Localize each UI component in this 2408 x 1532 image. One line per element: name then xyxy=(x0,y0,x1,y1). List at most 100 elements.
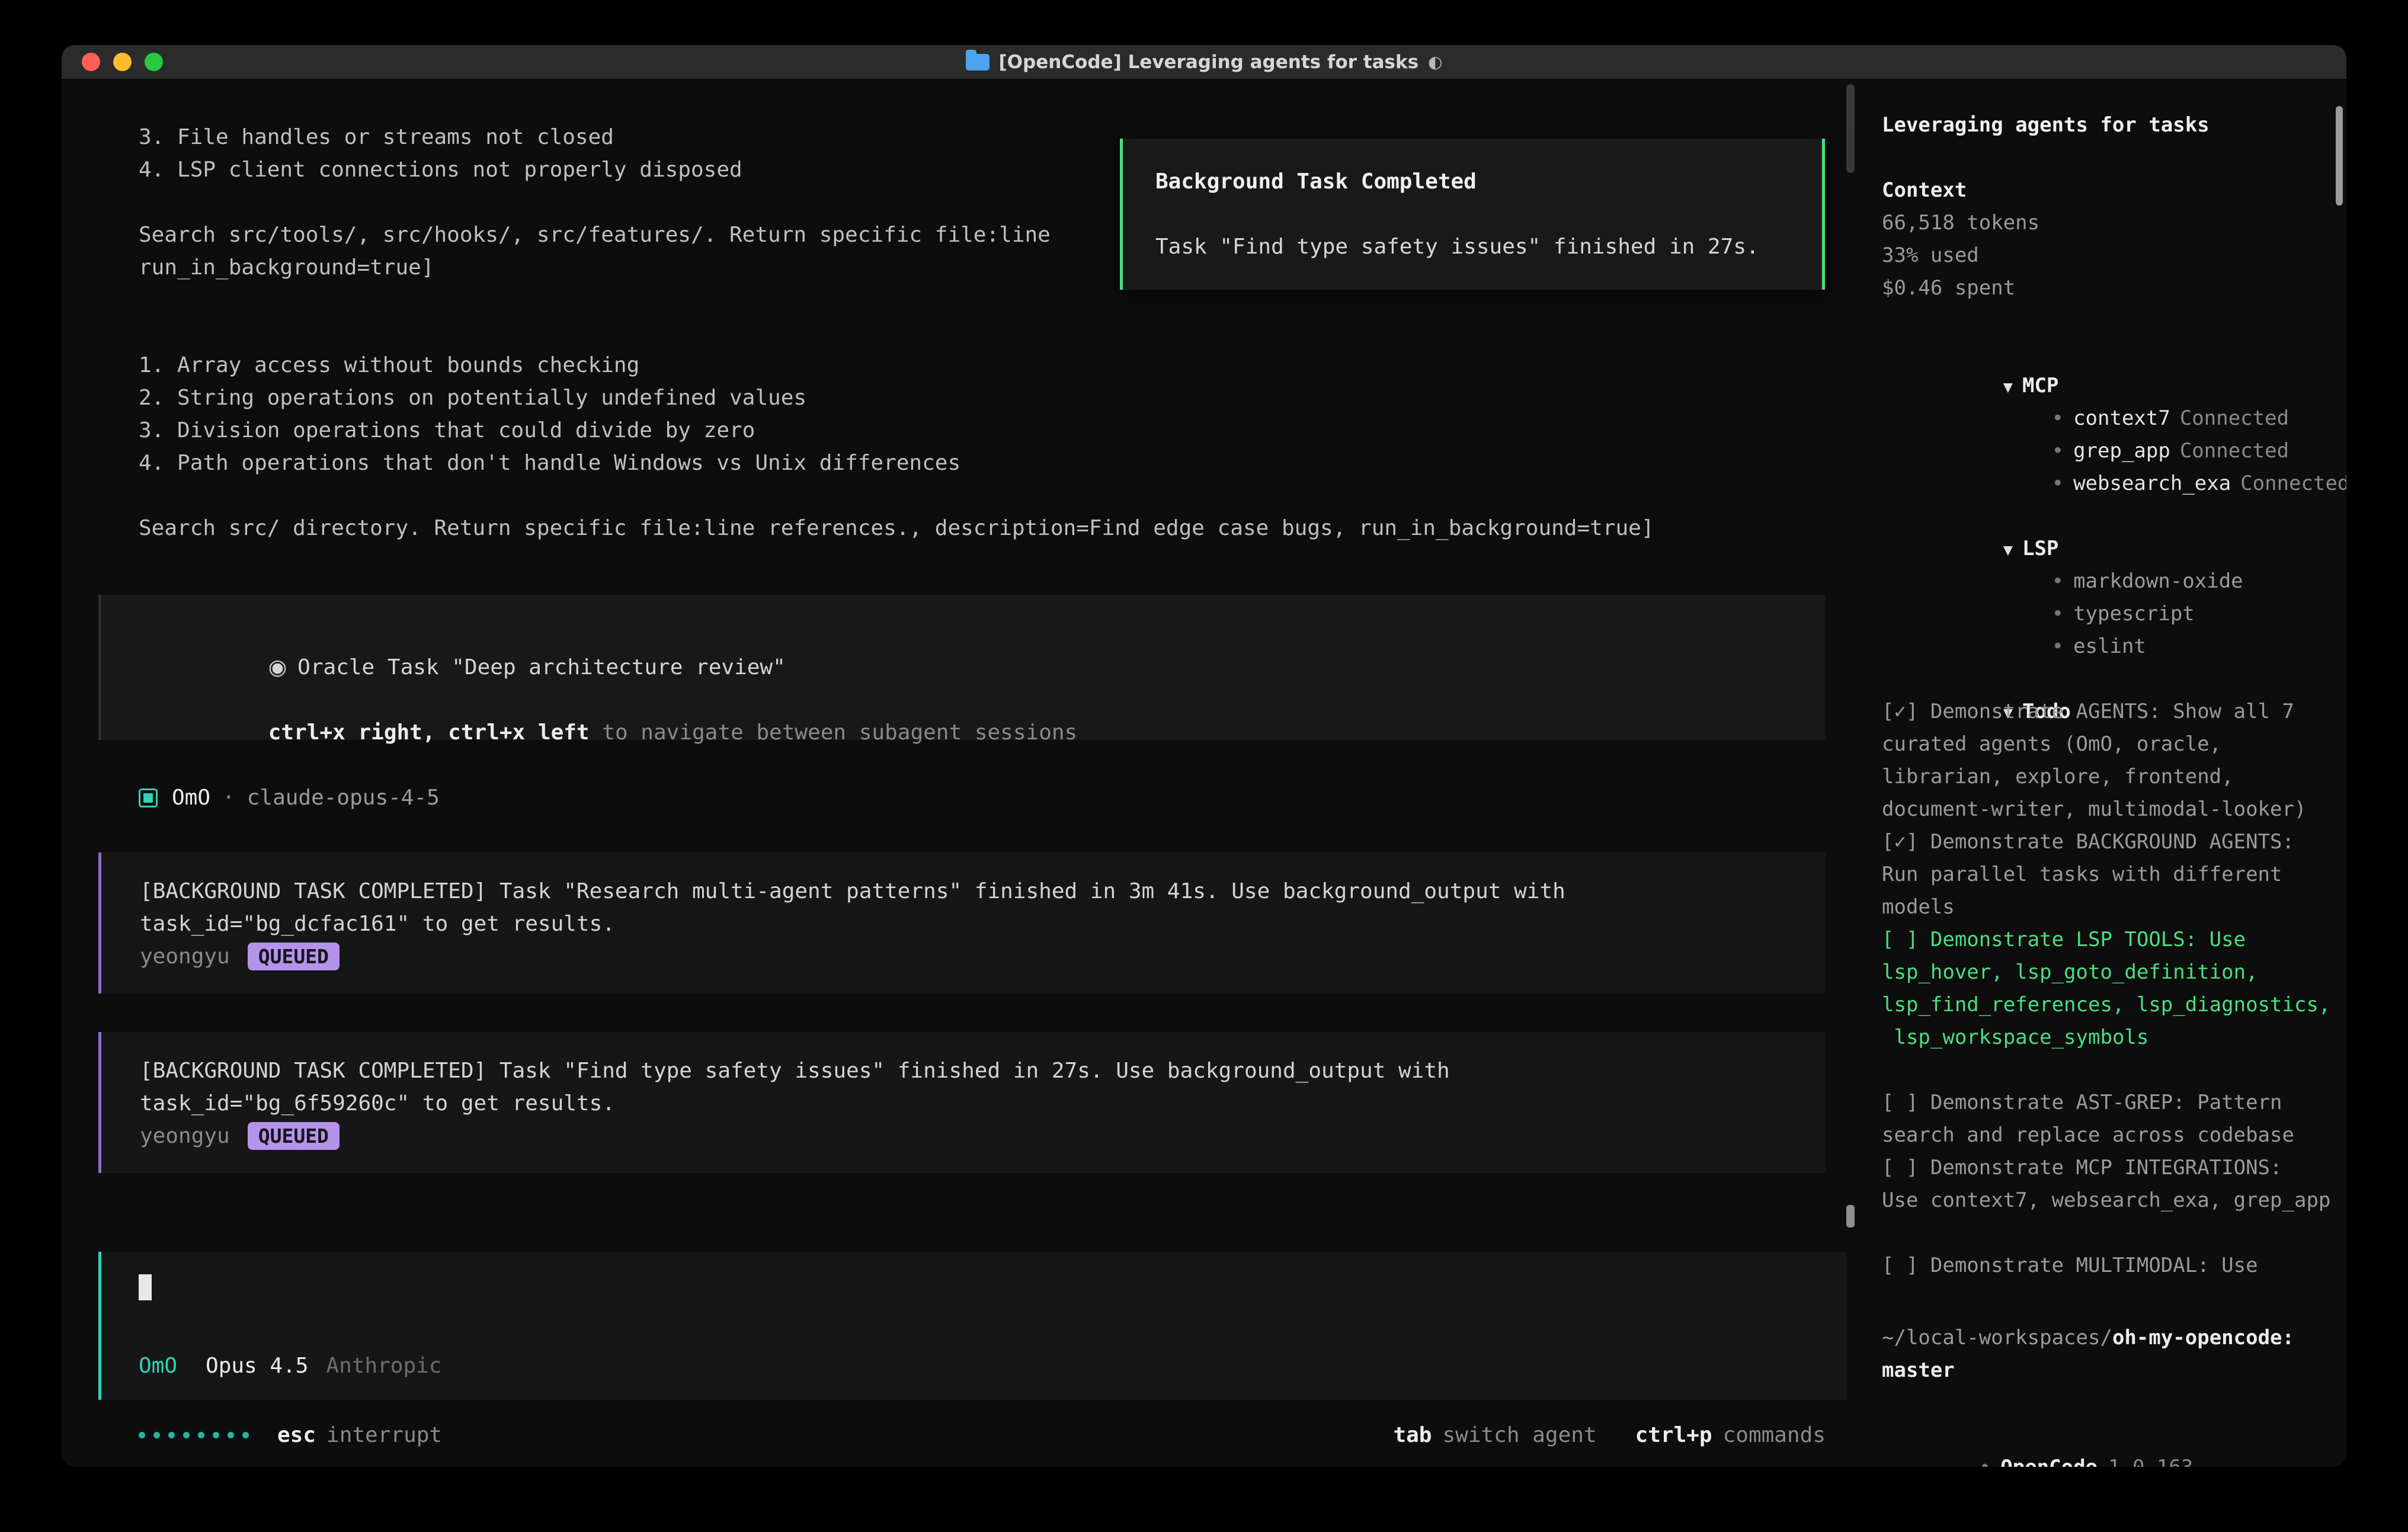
minimize-button[interactable] xyxy=(113,53,132,71)
mcp-heading: MCP xyxy=(2022,374,2058,398)
terminal-line: 2. String operations on potentially unde… xyxy=(62,382,1858,414)
todo-text: [✓] Demonstrate AGENTS: Show all 7 curat… xyxy=(1882,700,2306,821)
agent-model: claude-opus-4-5 xyxy=(247,781,440,814)
separator-dot: · xyxy=(222,781,235,814)
tab-label: switch agent xyxy=(1442,1419,1596,1451)
input-agent-name: OmO xyxy=(139,1350,177,1382)
tab-key: tab xyxy=(1393,1419,1432,1451)
bullet-icon: • xyxy=(1979,1456,1991,1467)
record-icon: ◉ xyxy=(268,655,287,680)
message-text-line: task_id="bg_dcfac161" to get results. xyxy=(140,908,1802,940)
mcp-status: Connected xyxy=(2180,406,2289,430)
oracle-task-panel: ◉Oracle Task "Deep architecture review" … xyxy=(98,595,1826,740)
shortcut-keys: ctrl+x right, ctrl+x left xyxy=(268,720,590,745)
input-meta-row: OmO Opus 4.5 Anthropic xyxy=(139,1350,1823,1382)
status-badge: QUEUED xyxy=(248,1122,340,1150)
lsp-name: typescript xyxy=(2073,602,2195,626)
terminal-line: 4. Path operations that don't handle Win… xyxy=(62,447,1858,479)
toast-title: Background Task Completed xyxy=(1155,165,1789,198)
todo-item: [ ] Demonstrate MCP INTEGRATIONS: Use co… xyxy=(1882,1152,2332,1217)
lsp-name: eslint xyxy=(2073,634,2146,658)
message-author: yeongyu xyxy=(140,1120,230,1152)
commands-hint: ctrl+p commands xyxy=(1635,1419,1826,1451)
workspace-path: ~/local-workspaces/oh-my-opencode: maste… xyxy=(1882,1322,2332,1387)
todo-text: [ ] Demonstrate LSP TOOLS: Use lsp_hover… xyxy=(1882,928,2330,1049)
mcp-name: context7 xyxy=(2073,406,2170,430)
message-author: yeongyu xyxy=(140,940,230,973)
todo-item: [✓] Demonstrate AGENTS: Show all 7 curat… xyxy=(1882,696,2332,826)
text-cursor xyxy=(139,1274,152,1300)
terminal-line: 1. Array access without bounds checking xyxy=(62,349,1858,382)
app-name: OpenCode xyxy=(2000,1456,2098,1467)
close-button[interactable] xyxy=(82,53,100,71)
workspace-repo: oh-my-opencode: xyxy=(2112,1326,2294,1350)
todo-item: [✓] Demonstrate BACKGROUND AGENTS: Run p… xyxy=(1882,826,2332,924)
bullet-icon: • xyxy=(2052,602,2064,626)
input-provider-name: Anthropic xyxy=(326,1350,441,1382)
background-task-toast: Background Task Completed Task "Find typ… xyxy=(1120,139,1825,290)
scrollbar-thumb[interactable] xyxy=(2336,106,2343,206)
agent-header: OmO · claude-opus-4-5 xyxy=(139,781,1858,814)
esc-label: interrupt xyxy=(326,1419,442,1451)
mcp-name: websearch_exa xyxy=(2073,472,2231,495)
input-model-name: Opus 4.5 xyxy=(206,1350,308,1382)
folder-icon xyxy=(966,54,990,70)
todo-text: [ ] Demonstrate MULTIMODAL: Use xyxy=(1882,1254,2258,1277)
context-heading: Context xyxy=(1882,178,1967,202)
bullet-icon: • xyxy=(2052,569,2064,593)
todo-text: [ ] Demonstrate MCP INTEGRATIONS: Use co… xyxy=(1882,1156,2330,1212)
lsp-heading: LSP xyxy=(2022,537,2058,560)
shortcut-hint: to navigate between subagent sessions xyxy=(590,720,1078,745)
todo-text: [ ] Demonstrate AST-GREP: Pattern search… xyxy=(1882,1091,2294,1147)
bullet-icon: • xyxy=(2052,406,2064,430)
message-meta-row: yeongyu QUEUED xyxy=(140,940,1802,973)
esc-key: esc xyxy=(277,1419,316,1451)
titlebar[interactable]: [OpenCode] Leveraging agents for tasks ◐ xyxy=(62,45,2346,79)
bullet-icon: • xyxy=(2052,634,2064,658)
spinner-dots xyxy=(139,1432,249,1438)
todo-item: [ ] Demonstrate AST-GREP: Pattern search… xyxy=(1882,1086,2332,1152)
background-task-message: [BACKGROUND TASK COMPLETED] Task "Resear… xyxy=(98,852,1826,993)
todo-item: [ ] Demonstrate LSP TOOLS: Use lsp_hover… xyxy=(1882,924,2332,1054)
workspace-branch: master xyxy=(1882,1354,2332,1387)
window-title: [OpenCode] Leveraging agents for tasks ◐ xyxy=(966,52,1443,73)
chevron-down-icon: ▼ xyxy=(2003,541,2013,559)
agent-square-icon xyxy=(139,789,158,807)
background-task-message: [BACKGROUND TASK COMPLETED] Task "Find t… xyxy=(98,1032,1826,1173)
ctrlp-label: commands xyxy=(1723,1419,1826,1451)
half-moon-icon: ◐ xyxy=(1428,52,1442,72)
message-meta-row: yeongyu QUEUED xyxy=(140,1120,1802,1152)
status-bar: esc interrupt tab switch agent ctrl+p co… xyxy=(139,1419,1826,1451)
scrollbar-thumb[interactable] xyxy=(1846,84,1855,173)
bullet-icon: • xyxy=(2052,439,2064,463)
oracle-task-title: Oracle Task "Deep architecture review" xyxy=(297,655,786,680)
tool-call-line: ⚙call_omo_agent [subagent_type=explore, … xyxy=(62,316,1858,349)
mcp-status: Connected xyxy=(2180,439,2289,463)
context-section: Context 66,518 tokens 33% used $0.46 spe… xyxy=(1882,174,2332,305)
message-text-line: [BACKGROUND TASK COMPLETED] Task "Find t… xyxy=(140,1055,1802,1087)
tab-hint: tab switch agent xyxy=(1393,1419,1596,1451)
mcp-section: ▼MCP •context7Connected •grep_appConnect… xyxy=(1882,337,2332,467)
todo-text: [✓] Demonstrate BACKGROUND AGENTS: Run p… xyxy=(1882,830,2294,919)
zoom-button[interactable] xyxy=(145,53,163,71)
context-stat: $0.46 spent xyxy=(1882,272,2332,305)
scrollbar-thumb[interactable] xyxy=(1846,1205,1855,1227)
prompt-input[interactable]: OmO Opus 4.5 Anthropic xyxy=(98,1252,1846,1400)
app-window: [OpenCode] Leveraging agents for tasks ◐… xyxy=(62,45,2346,1467)
terminal-line: 3. Division operations that could divide… xyxy=(62,414,1858,447)
mcp-name: grep_app xyxy=(2073,439,2170,463)
terminal-line xyxy=(62,479,1858,512)
session-sidebar: Leveraging agents for tasks Context 66,5… xyxy=(1858,79,2346,1467)
terminal-pane[interactable]: 3. File handles or streams not closed 4.… xyxy=(62,79,1858,1467)
esc-hint: esc interrupt xyxy=(277,1419,442,1451)
workspace-prefix: ~/local-workspaces/ xyxy=(1882,1326,2112,1350)
todo-item: [ ] Demonstrate MULTIMODAL: Use xyxy=(1882,1249,2332,1282)
toast-body: Task "Find type safety issues" finished … xyxy=(1155,230,1789,263)
message-text-line: [BACKGROUND TASK COMPLETED] Task "Resear… xyxy=(140,875,1802,908)
status-badge: QUEUED xyxy=(248,943,340,971)
message-text-line: task_id="bg_6f59260c" to get results. xyxy=(140,1087,1802,1120)
session-title: Leveraging agents for tasks xyxy=(1882,109,2332,142)
context-stat: 33% used xyxy=(1882,239,2332,272)
traffic-lights xyxy=(82,45,163,79)
window-title-text: [OpenCode] Leveraging agents for tasks xyxy=(999,52,1419,73)
